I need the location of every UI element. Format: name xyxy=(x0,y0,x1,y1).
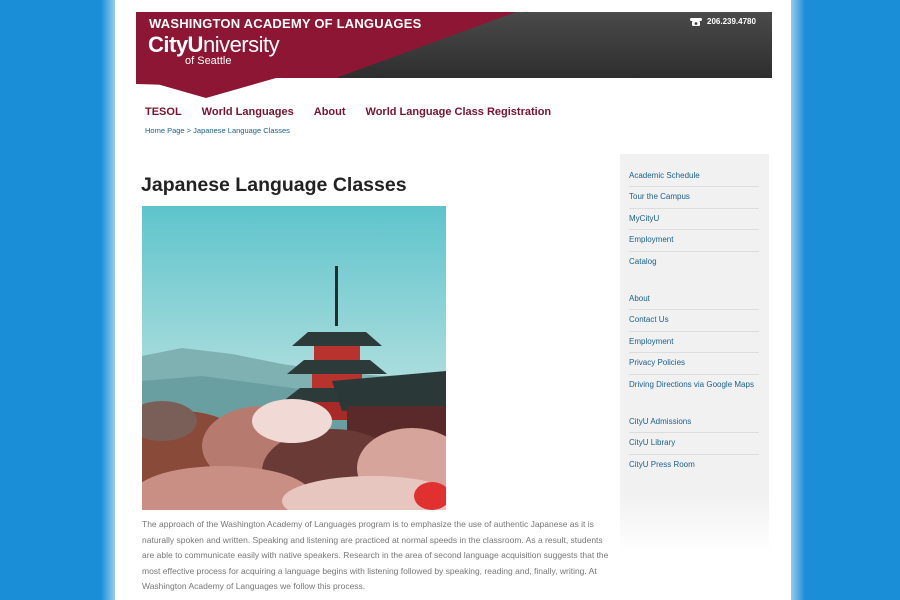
page-shadow-right xyxy=(791,0,805,600)
logo-regular-text: niversity xyxy=(202,32,280,57)
sidebar-item-tour-campus[interactable]: Tour the Campus xyxy=(629,187,759,209)
nav-class-registration[interactable]: World Language Class Registration xyxy=(366,106,552,118)
site-title: WASHINGTON ACADEMY OF LANGUAGES xyxy=(149,16,422,31)
breadcrumb-separator: > xyxy=(184,126,194,135)
page-title: Japanese Language Classes xyxy=(141,174,407,196)
sidebar-item-employment[interactable]: Employment xyxy=(629,230,759,252)
nav-world-languages[interactable]: World Languages xyxy=(202,106,294,118)
sidebar-item-mycityu[interactable]: MyCityU xyxy=(629,209,759,231)
sidebar-item-press-room[interactable]: CityU Press Room xyxy=(629,455,759,475)
nav-tesol[interactable]: TESOL xyxy=(145,106,182,118)
sidebar-item-academic-schedule[interactable]: Academic Schedule xyxy=(629,166,759,188)
nav-about[interactable]: About xyxy=(314,106,346,118)
sidebar: Academic Schedule Tour the Campus MyCity… xyxy=(620,154,769,554)
page-shadow-left xyxy=(101,0,115,600)
sidebar-item-catalog[interactable]: Catalog xyxy=(629,252,759,272)
main-nav: TESOL World Languages About World Langua… xyxy=(145,106,551,118)
breadcrumb-home[interactable]: Home Page xyxy=(145,126,185,135)
sidebar-group-cityu: CityU Admissions CityU Library CityU Pre… xyxy=(629,412,759,475)
phone-contact: 206.239.4780 xyxy=(690,17,756,26)
intro-paragraph: The approach of the Washington Academy o… xyxy=(142,517,610,595)
logo-subtitle: of Seattle xyxy=(185,55,232,67)
sidebar-item-library[interactable]: CityU Library xyxy=(629,433,759,455)
sidebar-item-admissions[interactable]: CityU Admissions xyxy=(629,412,759,434)
sidebar-item-privacy-policies[interactable]: Privacy Policies xyxy=(629,353,759,375)
intro-text: The approach of the Washington Academy o… xyxy=(142,519,609,591)
sidebar-item-employment-2[interactable]: Employment xyxy=(629,332,759,354)
sidebar-group-resources: Academic Schedule Tour the Campus MyCity… xyxy=(629,166,759,272)
breadcrumb: Home Page > Japanese Language Classes xyxy=(145,126,290,135)
sidebar-group-about: About Contact Us Employment Privacy Poli… xyxy=(629,289,759,395)
logo-bold-text: CityU xyxy=(148,32,203,57)
sidebar-item-contact-us[interactable]: Contact Us xyxy=(629,310,759,332)
phone-icon xyxy=(690,18,702,26)
pagoda-photo xyxy=(142,206,446,510)
sidebar-item-about[interactable]: About xyxy=(629,289,759,311)
phone-number: 206.239.4780 xyxy=(707,17,756,26)
breadcrumb-current: Japanese Language Classes xyxy=(193,126,290,135)
sidebar-item-driving-directions[interactable]: Driving Directions via Google Maps xyxy=(629,375,759,395)
